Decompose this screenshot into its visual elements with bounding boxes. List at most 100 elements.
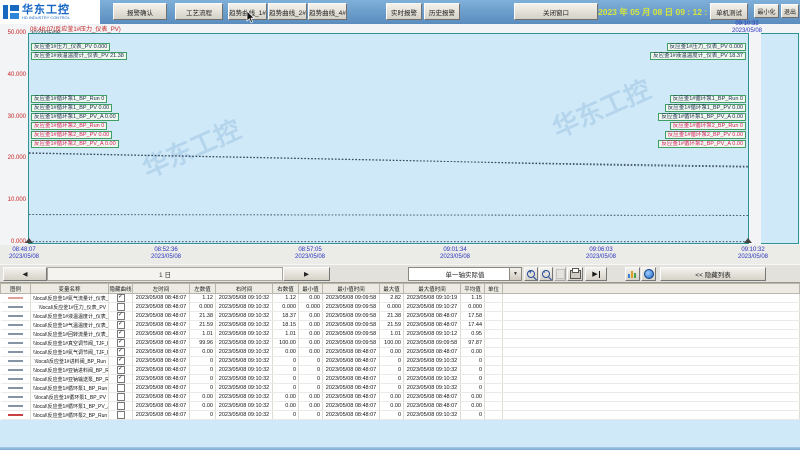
cell-maxt: 2023/05/08 09:10:32 bbox=[404, 357, 461, 366]
column-header: 左数值 bbox=[190, 284, 216, 294]
cell-avg: 17.58 bbox=[461, 312, 485, 321]
cell-min: 0.00 bbox=[299, 321, 323, 330]
right-cursor-handle[interactable] bbox=[744, 238, 752, 243]
zoom-in-button[interactable]: + bbox=[524, 267, 538, 281]
hide-curve-checkbox[interactable] bbox=[117, 402, 125, 410]
cell-rv: 18.15 bbox=[273, 321, 299, 330]
trend-curve-2-button[interactable]: 趋势曲线_2# bbox=[268, 3, 307, 20]
pen-table-row[interactable]: \\local\反应釜1#氮气流量计_仪表_PV✓2023/05/08 08:4… bbox=[1, 294, 800, 303]
pen-color-line bbox=[8, 360, 23, 362]
right-cursor-gutter[interactable] bbox=[748, 33, 761, 244]
play-to-end-button[interactable]: ▶ bbox=[585, 267, 607, 281]
column-header: 图例 bbox=[1, 284, 31, 294]
close-window-button[interactable]: 关闭窗口 bbox=[514, 3, 598, 20]
zoom-out-button[interactable]: - bbox=[539, 267, 553, 281]
variable-name: \\local\反应釜1#回转流量计_仪表_PV bbox=[31, 330, 109, 339]
pen-table-row[interactable]: \\local\反应釜1#进料阀_BP_Run✓2023/05/08 08:48… bbox=[1, 357, 800, 366]
chevron-down-icon[interactable]: ▼ bbox=[509, 268, 521, 280]
hide-curve-checkbox-checked[interactable]: ✓ bbox=[117, 330, 125, 338]
datetime-display: 2023 年 05 月 08 日 09 : 12 : 57 bbox=[598, 6, 710, 18]
cell-min: 0 bbox=[299, 357, 323, 366]
pen-color-line bbox=[8, 405, 23, 407]
hide-curve-checkbox-checked[interactable]: ✓ bbox=[117, 321, 125, 329]
hide-curve-checkbox-checked[interactable]: ✓ bbox=[117, 312, 125, 320]
pen-table-row[interactable]: \\local\反应釜1#回转流量计_仪表_PV✓2023/05/08 08:4… bbox=[1, 330, 800, 339]
cell-maxt: 2023/05/08 09:10:32 bbox=[404, 366, 461, 375]
cell-maxt: 2023/05/08 09:10:32 bbox=[404, 411, 461, 420]
cell-unit bbox=[485, 366, 503, 375]
standalone-test-button[interactable]: 单机测试 bbox=[710, 3, 748, 20]
report-button[interactable] bbox=[625, 267, 640, 281]
left-cursor-handle[interactable] bbox=[25, 238, 33, 243]
print-button[interactable] bbox=[567, 267, 583, 281]
trend-curves bbox=[29, 34, 749, 243]
column-header: 变量名称 bbox=[31, 284, 109, 294]
cell-min: 0 bbox=[299, 411, 323, 420]
logo-icon bbox=[3, 4, 19, 20]
cell-min: 0.00 bbox=[299, 339, 323, 348]
hide-curve-checkbox-checked[interactable]: ✓ bbox=[117, 375, 125, 383]
cell-lt: 2023/05/08 08:48:07 bbox=[133, 411, 190, 420]
pen-color-line bbox=[8, 306, 23, 308]
scroll-right-button[interactable]: ▶ bbox=[283, 267, 330, 281]
pen-value-box: 反应釜1#压力_仪表_PV 0.000 bbox=[31, 43, 110, 51]
history-alarm-button[interactable]: 历史报警 bbox=[424, 3, 460, 20]
cell-lt: 2023/05/08 08:48:07 bbox=[133, 312, 190, 321]
exit-button[interactable]: 退出 bbox=[781, 4, 799, 18]
minimize-button[interactable]: 最小化 bbox=[754, 4, 779, 18]
network-button[interactable] bbox=[641, 267, 656, 281]
pen-table-row[interactable]: \\local\反应釜1#氮气调节阀_TJF_KD_PV✓2023/05/08 … bbox=[1, 348, 800, 357]
hide-curve-checkbox[interactable] bbox=[117, 384, 125, 392]
axis-mode-dropdown[interactable]: 单一轴实际值 ▼ bbox=[408, 267, 522, 281]
pen-value-box: 反应釜1#循环泵2_BP_Run 0 bbox=[670, 122, 746, 130]
alarm-ack-button[interactable]: 报警确认 bbox=[113, 3, 167, 20]
cell-lv: 0 bbox=[190, 357, 216, 366]
arrow-right-icon: ▶ bbox=[304, 270, 309, 278]
pen-table-row[interactable]: \\local\反应釜1#循环泵1_BP_PV_A2023/05/08 08:4… bbox=[1, 402, 800, 411]
cell-mint: 2023/05/08 08:48:07 bbox=[323, 348, 380, 357]
copy-button[interactable] bbox=[554, 267, 566, 281]
hide-curve-checkbox-checked[interactable]: ✓ bbox=[117, 339, 125, 347]
pen-table-row[interactable]: \\local\反应釜1#亚钠进料阀_BP_Run✓2023/05/08 08:… bbox=[1, 366, 800, 375]
hide-curve-checkbox-checked[interactable]: ✓ bbox=[117, 294, 125, 302]
hide-curve-checkbox[interactable] bbox=[117, 393, 125, 401]
cell-max: 100.00 bbox=[380, 339, 404, 348]
trend-curve bbox=[29, 153, 748, 167]
hide-curve-checkbox-checked[interactable]: ✓ bbox=[117, 366, 125, 374]
cell-avg: 0.000 bbox=[461, 303, 485, 312]
pen-table-row[interactable]: \\local\反应釜1#循环泵1_BP_PV2023/05/08 08:48:… bbox=[1, 393, 800, 402]
hide-list-button[interactable]: << 隐藏列表 bbox=[660, 267, 766, 281]
column-header: 右数值 bbox=[273, 284, 299, 294]
cell-lv: 0.00 bbox=[190, 402, 216, 411]
time-range-track[interactable]: 1 日 bbox=[47, 267, 283, 281]
cell-avg: 0 bbox=[461, 366, 485, 375]
pen-value-box: 反应釜1#循环泵1_BP_PV_A 0.00 bbox=[31, 113, 119, 121]
cell-maxt: 2023/05/08 09:10:32 bbox=[404, 375, 461, 384]
column-header: 隐藏曲线 bbox=[109, 284, 133, 294]
pen-table-row[interactable]: \\local\反应釜1#气温温度计_仪表_PV✓2023/05/08 08:4… bbox=[1, 321, 800, 330]
variable-name: \\local\反应釜1#循环泵2_BP_Run bbox=[31, 411, 109, 420]
pen-table-row[interactable]: \\local\反应釜1#真空调节阀_TJF_KD_PV✓2023/05/08 … bbox=[1, 339, 800, 348]
process-flow-button[interactable]: 工艺流程 bbox=[175, 3, 223, 20]
pen-table-row[interactable]: \\local\反应釜1#亚钠输送泵_BP_Run✓2023/05/08 08:… bbox=[1, 375, 800, 384]
cell-mint: 2023/05/08 08:48:07 bbox=[323, 393, 380, 402]
hide-curve-checkbox[interactable] bbox=[117, 303, 125, 311]
pen-table-row[interactable]: \\local\反应釜1#压力_仪表_PV2023/05/08 08:48:07… bbox=[1, 303, 800, 312]
trend-curve-4-button[interactable]: 趋势曲线_4# bbox=[308, 3, 347, 20]
hide-curve-checkbox-checked[interactable]: ✓ bbox=[117, 348, 125, 356]
cell-min: 0.00 bbox=[299, 330, 323, 339]
scroll-left-button[interactable]: ◀ bbox=[3, 267, 47, 281]
pen-table-row[interactable]: \\local\反应釜1#循环泵1_BP_Run2023/05/08 08:48… bbox=[1, 384, 800, 393]
cell-rt: 2023/05/08 09:10:32 bbox=[216, 303, 273, 312]
cell-rv: 0 bbox=[273, 357, 299, 366]
cell-unit bbox=[485, 357, 503, 366]
cell-rt: 2023/05/08 09:10:32 bbox=[216, 357, 273, 366]
cell-avg: 0.00 bbox=[461, 402, 485, 411]
pen-table-row[interactable]: \\local\反应釜1#液温温度计_仪表_PV✓2023/05/08 08:4… bbox=[1, 312, 800, 321]
realtime-alarm-button[interactable]: 实时报警 bbox=[386, 3, 422, 20]
hide-curve-checkbox[interactable] bbox=[117, 411, 125, 419]
hide-curve-checkbox-checked[interactable]: ✓ bbox=[117, 357, 125, 365]
pen-table-row[interactable]: \\local\反应釜1#循环泵2_BP_Run 2023/05/08 08:48… bbox=[1, 411, 800, 420]
pen-color-line bbox=[8, 369, 23, 371]
pen-value-box: 反应釜1#循环泵1_BP_Run 0 bbox=[670, 95, 746, 103]
